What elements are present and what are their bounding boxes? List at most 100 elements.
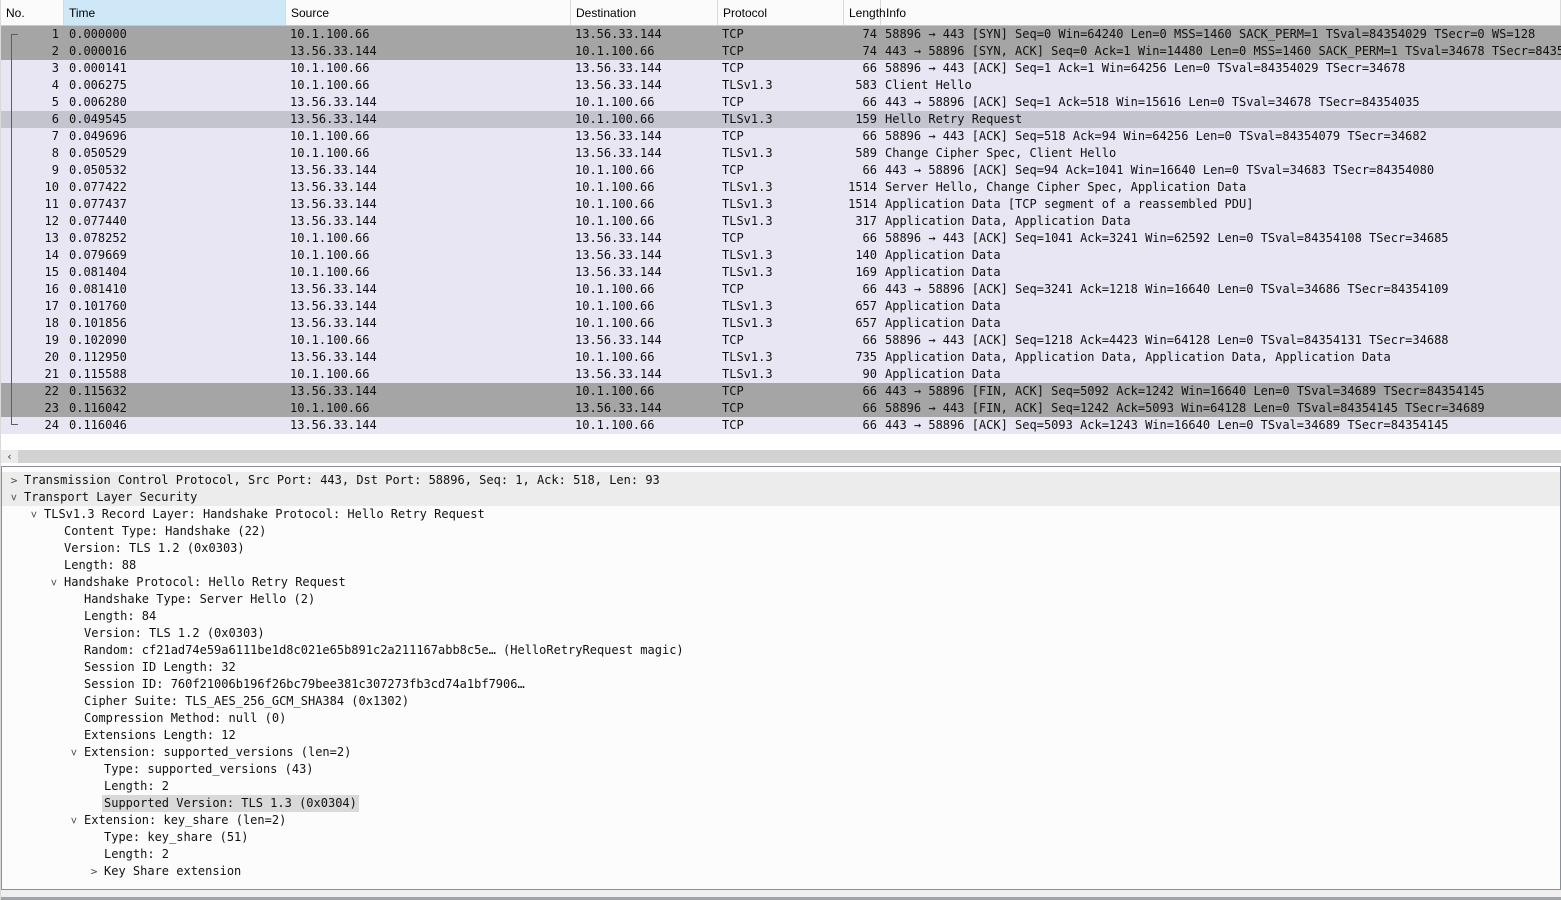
- scroll-left-button[interactable]: ‹: [1, 450, 18, 463]
- detail-tree-row[interactable]: Length: 84: [2, 608, 1560, 625]
- column-header-source[interactable]: Source: [286, 0, 571, 25]
- detail-row-label: Handshake Type: Server Hello (2): [84, 592, 316, 606]
- detail-tree-row[interactable]: > Handshake Protocol: Hello Retry Request: [2, 574, 1560, 591]
- chevron-expanded-icon[interactable]: >: [46, 577, 63, 589]
- detail-tree-row[interactable]: Cipher Suite: TLS_AES_256_GCM_SHA384 (0x…: [2, 693, 1560, 710]
- detail-tree-row[interactable]: > Transport Layer Security: [2, 489, 1560, 506]
- cell-info: Application Data: [885, 367, 1001, 381]
- detail-tree-row[interactable]: Handshake Type: Server Hello (2): [2, 591, 1560, 608]
- detail-row-label: Length: 88: [64, 558, 137, 572]
- cell-length: 159: [855, 112, 877, 126]
- cell-time: 0.000000: [69, 27, 127, 41]
- column-header-no[interactable]: No.: [1, 0, 64, 25]
- cell-length: 66: [862, 163, 877, 177]
- packet-row[interactable]: 10 0.077422 13.56.33.144 10.1.100.66 TLSv1.3…: [1, 179, 1561, 196]
- cell-destination: 13.56.33.144: [575, 78, 662, 92]
- cell-no: 23: [44, 401, 59, 415]
- column-header-length[interactable]: Length: [844, 0, 886, 25]
- packet-row[interactable]: 18 0.101856 13.56.33.144 10.1.100.66 TLSv1.3…: [1, 315, 1561, 332]
- cell-no: 20: [44, 350, 59, 364]
- cell-protocol: TCP: [722, 27, 744, 41]
- packet-row[interactable]: 4 0.006275 10.1.100.66 13.56.33.144 TLSv1.3 5…: [1, 77, 1561, 94]
- detail-tree-row[interactable]: Compression Method: null (0): [2, 710, 1560, 727]
- packet-row[interactable]: 9 0.050532 13.56.33.144 10.1.100.66 TCP 66 443…: [1, 162, 1561, 179]
- scrollbar-track[interactable]: [18, 450, 1561, 463]
- cell-no: 13: [44, 231, 59, 245]
- cell-destination: 13.56.33.144: [575, 61, 662, 75]
- packet-row[interactable]: 1 0.000000 10.1.100.66 13.56.33.144 TCP 74 588…: [1, 26, 1561, 43]
- cell-time: 0.077437: [69, 197, 127, 211]
- packet-row[interactable]: 13 0.078252 10.1.100.66 13.56.33.144 TCP 66 58…: [1, 230, 1561, 247]
- cell-time: 0.081410: [69, 282, 127, 296]
- detail-tree-row[interactable]: > Transmission Control Protocol, Src Port…: [2, 472, 1560, 489]
- detail-row-label: Compression Method: null (0): [84, 711, 287, 725]
- cell-no: 8: [51, 146, 59, 160]
- detail-tree-row[interactable]: Supported Version: TLS 1.3 (0x0304): [2, 795, 1560, 812]
- detail-tree-row[interactable]: Random: cf21ad74e59a6111be1d8c021e65b891…: [2, 642, 1560, 659]
- packet-row[interactable]: 17 0.101760 13.56.33.144 10.1.100.66 TLSv1.3…: [1, 298, 1561, 315]
- chevron-expanded-icon[interactable]: >: [26, 509, 43, 521]
- cell-destination: 10.1.100.66: [575, 180, 655, 194]
- detail-tree-row[interactable]: > Key Share extension: [2, 863, 1560, 880]
- packet-row[interactable]: 20 0.112950 13.56.33.144 10.1.100.66 TLSv1.3…: [1, 349, 1561, 366]
- detail-row-label: TLSv1.3 Record Layer: Handshake Protocol…: [44, 507, 485, 521]
- chevron-collapsed-icon[interactable]: >: [8, 472, 20, 489]
- cell-info: Application Data: [885, 299, 1001, 313]
- cell-source: 10.1.100.66: [290, 129, 370, 143]
- packet-row[interactable]: 21 0.115588 10.1.100.66 13.56.33.144 TLSv1.3…: [1, 366, 1561, 383]
- detail-tree-row[interactable]: Type: key_share (51): [2, 829, 1560, 846]
- column-header-protocol[interactable]: Protocol: [718, 0, 844, 25]
- packet-row[interactable]: 2 0.000016 13.56.33.144 10.1.100.66 TCP 74 443…: [1, 43, 1561, 60]
- packet-row[interactable]: 6 0.049545 13.56.33.144 10.1.100.66 TLSv1.3 1…: [1, 111, 1561, 128]
- cell-destination: 13.56.33.144: [575, 265, 662, 279]
- cell-destination: 10.1.100.66: [575, 384, 655, 398]
- packet-row[interactable]: 12 0.077440 13.56.33.144 10.1.100.66 TLSv1.3…: [1, 213, 1561, 230]
- packet-row[interactable]: 8 0.050529 10.1.100.66 13.56.33.144 TLSv1.3 5…: [1, 145, 1561, 162]
- packet-row[interactable]: 5 0.006280 13.56.33.144 10.1.100.66 TCP 66 443…: [1, 94, 1561, 111]
- packet-list-header: No. Time Source Destination Protocol Len…: [1, 0, 1561, 26]
- cell-destination: 10.1.100.66: [575, 112, 655, 126]
- packet-row[interactable]: 19 0.102090 10.1.100.66 13.56.33.144 TCP 66 58…: [1, 332, 1561, 349]
- chevron-collapsed-icon[interactable]: >: [88, 863, 100, 880]
- cell-source: 13.56.33.144: [290, 95, 377, 109]
- detail-tree-row[interactable]: Session ID Length: 32: [2, 659, 1560, 676]
- detail-tree-row[interactable]: Length: 2: [2, 778, 1560, 795]
- cell-info: 443 → 58896 [ACK] Seq=1 Ack=518 Win=1561…: [885, 95, 1420, 109]
- chevron-expanded-icon[interactable]: >: [66, 815, 83, 827]
- packet-row[interactable]: 11 0.077437 13.56.33.144 10.1.100.66 TLSv1.3…: [1, 196, 1561, 213]
- column-header-destination[interactable]: Destination: [571, 0, 718, 25]
- column-header-time[interactable]: Time: [64, 0, 286, 25]
- packet-row[interactable]: 7 0.049696 10.1.100.66 13.56.33.144 TCP 66 588…: [1, 128, 1561, 145]
- detail-tree-row[interactable]: Length: 2: [2, 846, 1560, 863]
- detail-tree-row[interactable]: Version: TLS 1.2 (0x0303): [2, 540, 1560, 557]
- packet-row[interactable]: 3 0.000141 10.1.100.66 13.56.33.144 TCP 66 588…: [1, 60, 1561, 77]
- detail-tree-row[interactable]: Extensions Length: 12: [2, 727, 1560, 744]
- cell-info: Application Data: [885, 265, 1001, 279]
- chevron-expanded-icon[interactable]: >: [66, 747, 83, 759]
- cell-time: 0.049696: [69, 129, 127, 143]
- detail-tree-row[interactable]: > Extension: supported_versions (len=2): [2, 744, 1560, 761]
- detail-row-label: Random: cf21ad74e59a6111be1d8c021e65b891…: [84, 643, 684, 657]
- detail-row-label: Extensions Length: 12: [84, 728, 236, 742]
- cell-protocol: TLSv1.3: [722, 299, 773, 313]
- packet-row[interactable]: 23 0.116042 10.1.100.66 13.56.33.144 TCP 66 58…: [1, 400, 1561, 417]
- detail-tree-row[interactable]: Version: TLS 1.2 (0x0303): [2, 625, 1560, 642]
- detail-tree-row[interactable]: Length: 88: [2, 557, 1560, 574]
- packet-row[interactable]: 24 0.116046 13.56.33.144 10.1.100.66 TCP 66 44…: [1, 417, 1561, 434]
- detail-tree-row[interactable]: Session ID: 760f21006b196f26bc79bee381c3…: [2, 676, 1560, 693]
- packet-row[interactable]: 14 0.079669 10.1.100.66 13.56.33.144 TLSv1.3…: [1, 247, 1561, 264]
- packet-row[interactable]: 15 0.081404 10.1.100.66 13.56.33.144 TLSv1.3…: [1, 264, 1561, 281]
- detail-tree-row[interactable]: > TLSv1.3 Record Layer: Handshake Protoco…: [2, 506, 1560, 523]
- cell-no: 9: [51, 163, 59, 177]
- detail-tree-row[interactable]: Content Type: Handshake (22): [2, 523, 1560, 540]
- chevron-expanded-icon[interactable]: >: [6, 492, 23, 504]
- detail-tree-row[interactable]: Type: supported_versions (43): [2, 761, 1560, 778]
- packet-row[interactable]: 22 0.115632 13.56.33.144 10.1.100.66 TCP 66 44…: [1, 383, 1561, 400]
- cell-destination: 13.56.33.144: [575, 231, 662, 245]
- detail-tree-row[interactable]: > Extension: key_share (len=2): [2, 812, 1560, 829]
- packet-list-horizontal-scrollbar[interactable]: ‹: [1, 450, 1561, 463]
- cell-no: 24: [44, 418, 59, 432]
- packet-row[interactable]: 16 0.081410 13.56.33.144 10.1.100.66 TCP 66 44…: [1, 281, 1561, 298]
- column-header-info[interactable]: Info: [881, 0, 1561, 25]
- cell-time: 0.050532: [69, 163, 127, 177]
